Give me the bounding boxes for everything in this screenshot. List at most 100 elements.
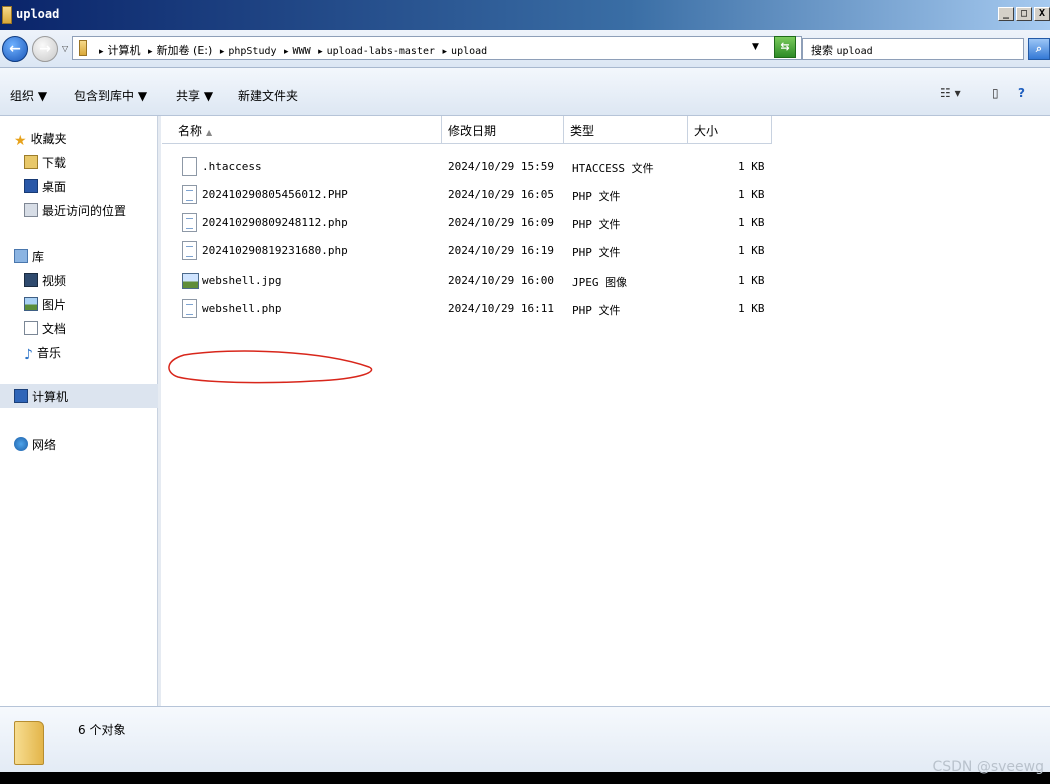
file-name: 202410290809248112.php — [202, 216, 348, 229]
file-size: 1 KB — [738, 216, 765, 229]
breadcrumb-item[interactable]: phpStudy — [228, 46, 276, 57]
file-type: HTACCESS 文件 — [572, 162, 654, 175]
network-icon — [14, 437, 28, 451]
search-label: 搜索 — [811, 44, 833, 57]
refresh-icon[interactable]: ⇆ — [774, 36, 796, 58]
pane-splitter[interactable] — [158, 116, 161, 706]
details-pane: 6 个对象 CSDN @sveewg — [0, 706, 1050, 775]
sidebar-item-downloads[interactable]: 下载 — [24, 154, 66, 172]
php-file-icon — [182, 185, 197, 204]
downloads-folder-icon — [24, 155, 38, 169]
video-icon — [24, 273, 38, 287]
sidebar-item-desktop[interactable]: 桌面 — [24, 178, 66, 196]
file-name: 202410290819231680.php — [202, 244, 348, 257]
share-menu[interactable]: 共享 ▼ — [176, 87, 213, 104]
item-count: 6 个对象 — [78, 723, 126, 737]
file-row[interactable]: 202410290819231680.php 2024/10/29 16:19 … — [172, 237, 1042, 265]
back-button[interactable]: ← — [2, 36, 28, 62]
maximize-button[interactable]: □ — [1016, 7, 1032, 21]
file-row[interactable]: 202410290805456012.PHP 2024/10/29 16:05 … — [172, 181, 1042, 209]
sidebar-item-music[interactable]: ♪ 音乐 — [24, 344, 61, 363]
sidebar-item-pictures[interactable]: 图片 — [24, 296, 66, 314]
address-bar-area: ← → ▽ ▸ 计算机 ▸ 新加卷 (E:) ▸ phpStudy ▸ WWW ▸ upl… — [0, 30, 1050, 68]
view-options-icon[interactable]: ☷ ▾ — [940, 86, 961, 100]
sidebar-item-libraries[interactable]: 库 — [14, 248, 44, 266]
file-list: 名称 ▲ 修改日期 类型 大小 .htaccess 2024/10/29 15:5… — [162, 116, 1050, 706]
file-modified: 2024/10/29 16:00 — [448, 274, 554, 287]
pictures-icon — [24, 297, 38, 311]
folder-icon — [2, 6, 12, 24]
blank-file-icon — [182, 157, 197, 176]
star-icon: ★ — [14, 133, 27, 149]
sidebar-item-documents[interactable]: 文档 — [24, 320, 66, 338]
command-toolbar: 组织 ▼ 包含到库中 ▼ 共享 ▼ 新建文件夹 ☷ ▾ ▯ ? — [0, 68, 1050, 116]
file-modified: 2024/10/29 16:11 — [448, 302, 554, 315]
file-size: 1 KB — [738, 160, 765, 173]
breadcrumb: ▸ 计算机 ▸ 新加卷 (E:) ▸ phpStudy ▸ WWW ▸ upload-la… — [99, 44, 488, 57]
back-arrow-icon: ← — [9, 41, 21, 57]
include-library-menu[interactable]: 包含到库中 ▼ — [74, 87, 147, 104]
history-dropdown-icon[interactable]: ▽ — [62, 44, 68, 53]
libraries-icon — [14, 249, 28, 263]
sidebar-item-computer[interactable]: 计算机 — [14, 388, 68, 406]
minimize-button[interactable]: _ — [998, 7, 1014, 21]
close-button[interactable]: X — [1034, 7, 1050, 21]
column-header-modified[interactable]: 修改日期 — [442, 116, 564, 144]
file-size: 1 KB — [738, 188, 765, 201]
file-row[interactable]: .htaccess 2024/10/29 15:59 HTACCESS 文件 1… — [172, 153, 1042, 181]
php-file-icon — [182, 241, 197, 260]
file-name: .htaccess — [202, 160, 262, 173]
search-query: upload — [836, 46, 873, 57]
breadcrumb-item[interactable]: WWW — [293, 46, 311, 57]
file-type: PHP 文件 — [572, 190, 621, 203]
music-note-icon: ♪ — [24, 347, 33, 363]
file-row[interactable]: webshell.jpg 2024/10/29 16:00 JPEG 图像 1 … — [172, 267, 1042, 295]
php-file-icon — [182, 213, 197, 232]
file-name: webshell.jpg — [202, 274, 282, 287]
column-header-type[interactable]: 类型 — [564, 116, 688, 144]
image-file-icon — [182, 273, 199, 289]
breadcrumb-item[interactable]: upload — [451, 46, 487, 57]
title-bar: upload _ □ X — [0, 0, 1050, 30]
search-icon[interactable]: ⌕ — [1028, 38, 1050, 60]
file-name: 202410290805456012.PHP — [202, 188, 348, 201]
navigation-pane: ★收藏夹 下载 桌面 最近访问的位置 库 视频 图片 文档 ♪音乐 计算机 — [0, 116, 158, 706]
file-modified: 2024/10/29 16:19 — [448, 244, 554, 257]
sidebar-item-favorites[interactable]: ★ 收藏夹 — [14, 130, 67, 149]
search-input[interactable]: 搜索 upload — [802, 38, 1024, 60]
php-file-icon — [182, 299, 197, 318]
file-name: webshell.php — [202, 302, 282, 315]
computer-icon — [14, 389, 28, 403]
sort-ascending-icon: ▲ — [206, 128, 213, 137]
watermark: CSDN @sveewg — [932, 759, 1044, 775]
file-row[interactable]: webshell.php 2024/10/29 16:11 PHP 文件 1 K… — [172, 295, 1042, 323]
breadcrumb-item[interactable]: upload-labs-master — [327, 46, 435, 57]
forward-arrow-icon: → — [39, 41, 51, 57]
folder-icon — [79, 40, 87, 56]
forward-button[interactable]: → — [32, 36, 58, 62]
file-type: JPEG 图像 — [572, 276, 628, 289]
recent-places-icon — [24, 203, 38, 217]
file-type: PHP 文件 — [572, 246, 621, 259]
explorer-content: ★收藏夹 下载 桌面 最近访问的位置 库 视频 图片 文档 ♪音乐 计算机 — [0, 116, 1050, 706]
file-type: PHP 文件 — [572, 304, 621, 317]
address-input[interactable]: ▸ 计算机 ▸ 新加卷 (E:) ▸ phpStudy ▸ WWW ▸ upload-la… — [72, 36, 802, 60]
column-header-size[interactable]: 大小 — [688, 116, 772, 144]
address-dropdown-icon[interactable]: ▼ — [752, 42, 759, 52]
organize-menu[interactable]: 组织 ▼ — [10, 87, 47, 104]
file-row[interactable]: 202410290809248112.php 2024/10/29 16:09 … — [172, 209, 1042, 237]
window-title: upload — [16, 7, 60, 21]
breadcrumb-item[interactable]: 新加卷 (E:) — [157, 44, 213, 57]
file-modified: 2024/10/29 15:59 — [448, 160, 554, 173]
breadcrumb-item[interactable]: 计算机 — [108, 44, 141, 57]
help-icon[interactable]: ? — [1018, 86, 1025, 100]
preview-pane-icon[interactable]: ▯ — [992, 86, 999, 100]
desktop-icon — [24, 179, 38, 193]
column-header-name[interactable]: 名称 ▲ — [162, 116, 442, 144]
sidebar-item-recent[interactable]: 最近访问的位置 — [24, 202, 126, 220]
sidebar-item-videos[interactable]: 视频 — [24, 272, 66, 290]
file-type: PHP 文件 — [572, 218, 621, 231]
file-modified: 2024/10/29 16:05 — [448, 188, 554, 201]
new-folder-button[interactable]: 新建文件夹 — [238, 87, 298, 104]
sidebar-item-network[interactable]: 网络 — [14, 436, 56, 454]
